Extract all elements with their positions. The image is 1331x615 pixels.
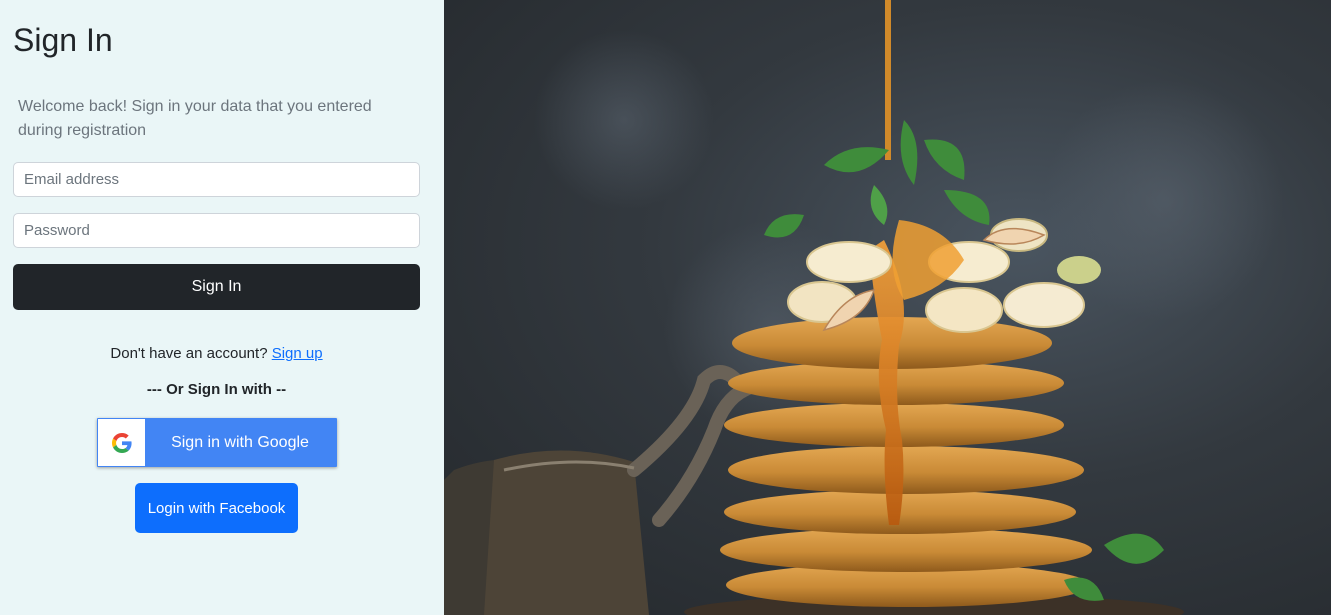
signup-prompt-text: Don't have an account? <box>110 345 268 362</box>
sign-in-panel: Sign In Welcome back! Sign in your data … <box>0 0 444 615</box>
google-sign-in-button[interactable]: Sign in with Google <box>97 418 337 467</box>
email-input[interactable] <box>13 162 420 197</box>
google-logo-icon <box>98 419 145 466</box>
hero-image <box>444 0 1331 615</box>
pancake-illustration <box>444 0 1284 615</box>
signup-prompt-row: Don't have an account? Sign up <box>0 345 433 362</box>
page-title: Sign In <box>13 22 113 58</box>
social-divider-text: --- Or Sign In with -- <box>146 381 287 398</box>
password-input[interactable] <box>13 213 420 248</box>
sign-in-button[interactable]: Sign In <box>13 264 420 310</box>
google-button-label: Sign in with Google <box>171 433 309 451</box>
subtitle-text: Welcome back! Sign in your data that you… <box>18 98 372 139</box>
facebook-login-button[interactable]: Login with Facebook <box>135 483 298 533</box>
pancake-stack <box>720 317 1092 607</box>
signup-link[interactable]: Sign up <box>272 345 323 362</box>
